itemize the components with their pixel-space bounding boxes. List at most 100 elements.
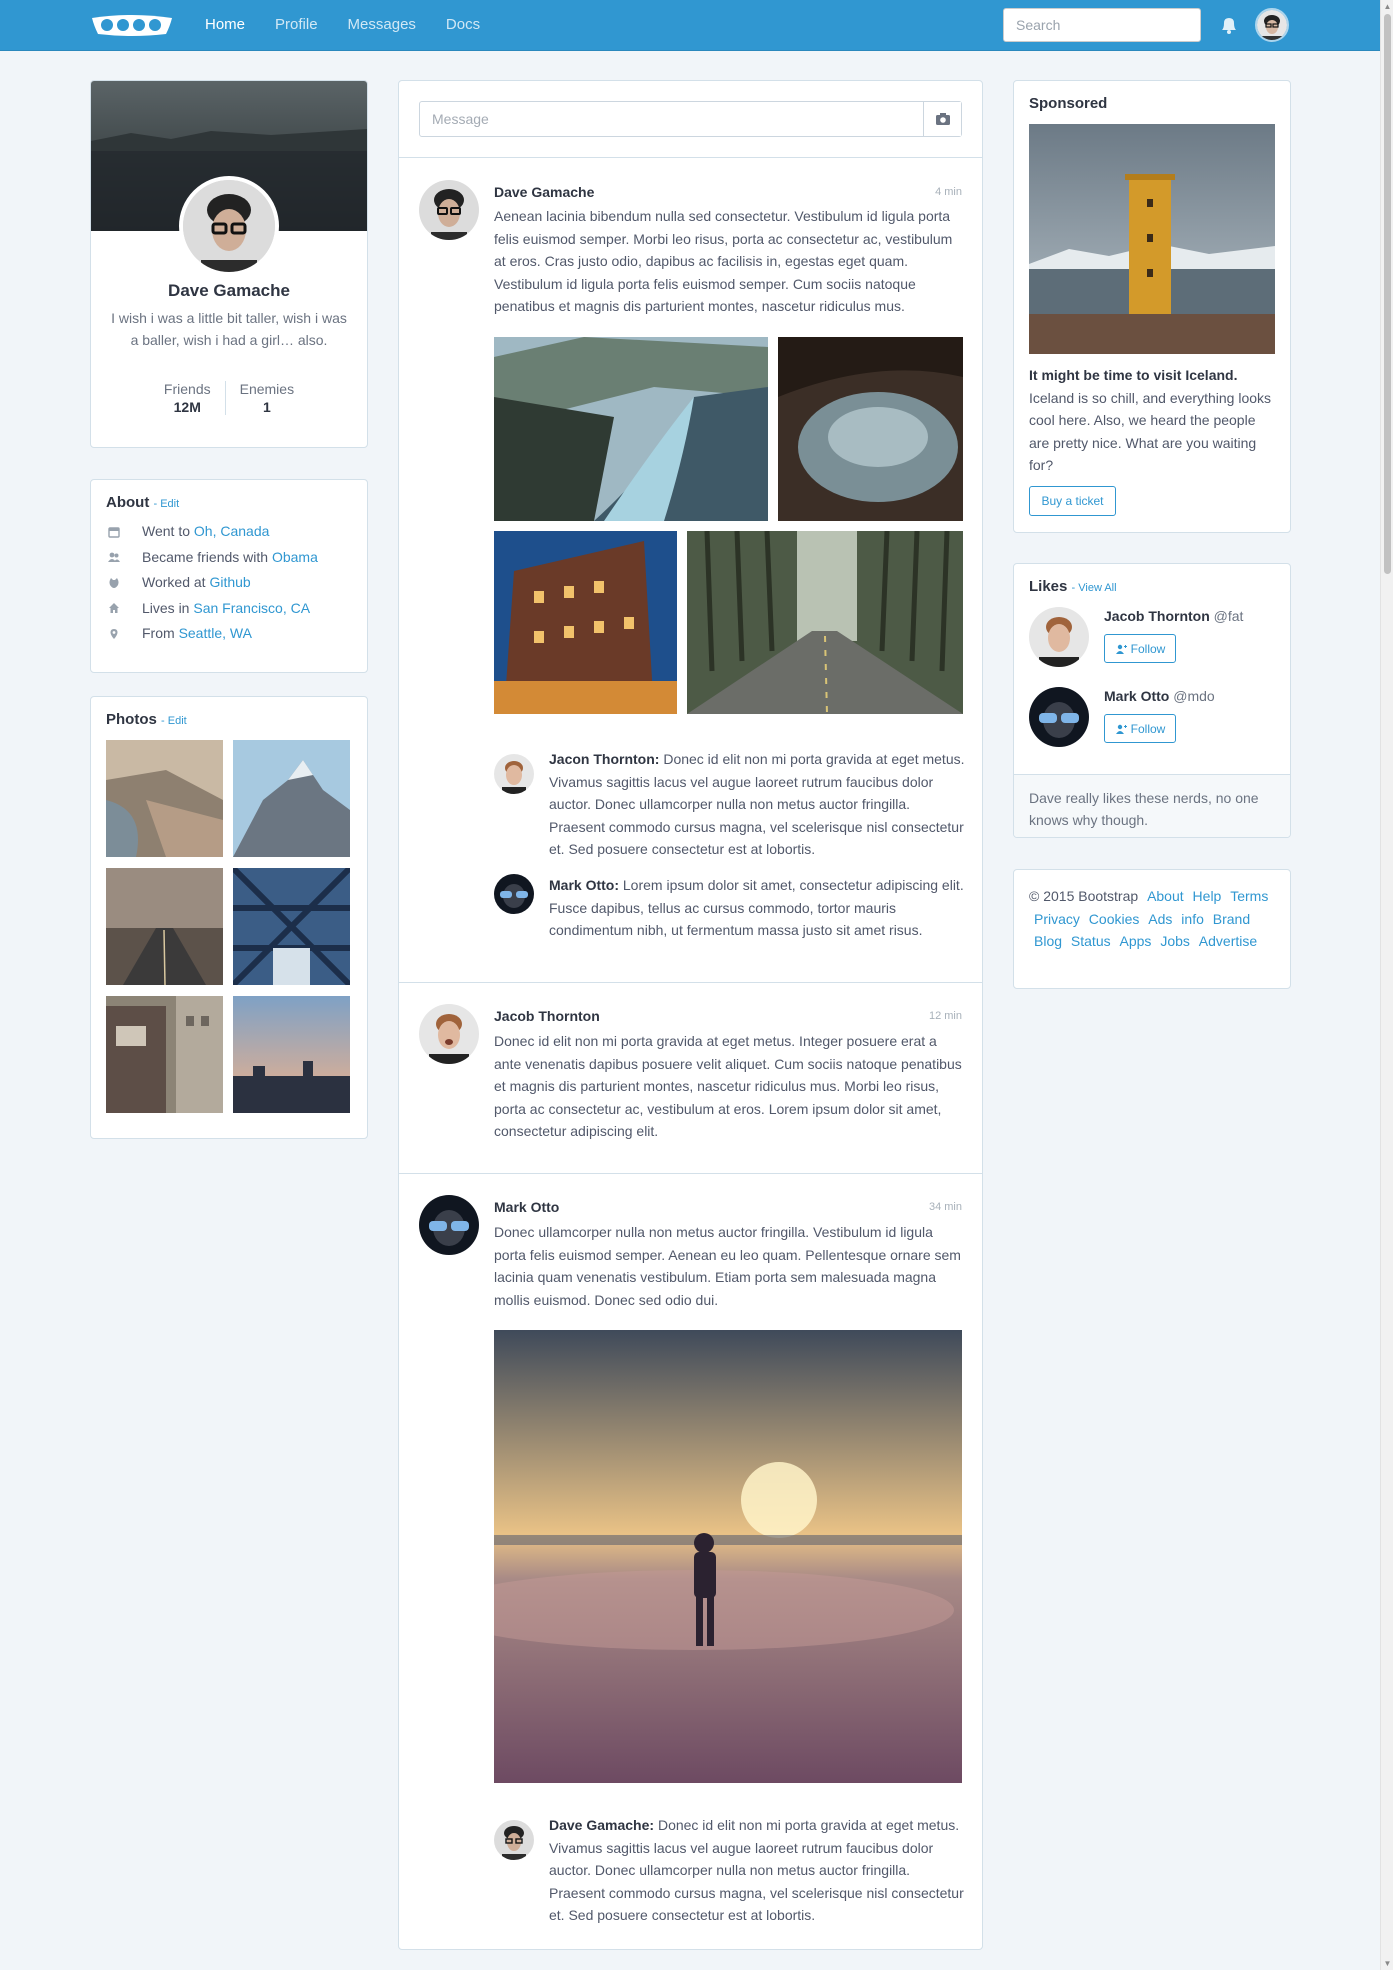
footer-link-apps[interactable]: Apps <box>1120 933 1152 949</box>
footer-link-help[interactable]: Help <box>1193 888 1222 904</box>
photo-thumbnail[interactable] <box>233 868 350 985</box>
like-person-name[interactable]: Jacob Thornton <box>1104 608 1210 624</box>
sponsored-headline: It might be time to visit Iceland. <box>1029 367 1238 383</box>
post-author[interactable]: Mark Otto <box>494 1199 559 1215</box>
comment: Jacon Thornton: Donec id elit non mi por… <box>549 748 965 861</box>
post-image[interactable] <box>778 337 963 521</box>
photos-card: Photos - Edit <box>90 696 368 1139</box>
post-image[interactable] <box>494 337 768 521</box>
main-nav: Home Profile Messages Docs <box>205 0 510 50</box>
photos-edit-link[interactable]: - Edit <box>161 715 187 727</box>
about-list: Went to Oh, Canada Became friends with O… <box>106 519 352 647</box>
user-avatar[interactable] <box>1255 8 1289 42</box>
photo-thumbnail[interactable] <box>233 740 350 857</box>
page-scrollbar[interactable]: ▲ ▼ <box>1380 0 1393 1970</box>
about-item-text: Lives in <box>142 599 190 616</box>
nav-home-link[interactable]: Home <box>205 0 245 50</box>
comment-avatar[interactable] <box>494 754 534 794</box>
footer-card: © 2015 Bootstrap About Help Terms Privac… <box>1013 869 1291 989</box>
about-item-link[interactable]: Seattle, WA <box>179 621 252 647</box>
scroll-down-arrow-icon[interactable]: ▼ <box>1381 1957 1393 1970</box>
photo-thumbnail[interactable] <box>106 868 223 985</box>
profile-name[interactable]: Dave Gamache <box>91 281 367 301</box>
footer-link-ads[interactable]: Ads <box>1148 911 1172 927</box>
comment-author[interactable]: Jacon Thornton: <box>549 751 659 767</box>
about-item-link[interactable]: San Francisco, CA <box>193 596 310 622</box>
friends-stat[interactable]: Friends 12M <box>150 381 225 415</box>
about-item-text: From <box>142 625 175 641</box>
profile-avatar[interactable] <box>179 176 279 276</box>
post-avatar[interactable] <box>419 180 479 240</box>
footer-link-terms[interactable]: Terms <box>1230 888 1268 904</box>
like-avatar[interactable] <box>1029 687 1089 747</box>
footer-link-blog[interactable]: Blog <box>1034 933 1062 949</box>
footer-link-cookies[interactable]: Cookies <box>1089 911 1140 927</box>
photos-title: Photos <box>106 711 157 728</box>
friends-count: 12M <box>173 399 201 415</box>
post-author[interactable]: Jacob Thornton <box>494 1008 600 1024</box>
divider <box>399 982 982 983</box>
profile-bio: I wish i was a little bit taller, wish i… <box>111 310 347 348</box>
footer-link-advertise[interactable]: Advertise <box>1199 933 1257 949</box>
post-timestamp: 4 min <box>935 186 962 198</box>
buy-ticket-button[interactable]: Buy a ticket <box>1029 486 1116 516</box>
about-edit-link[interactable]: - Edit <box>154 498 180 510</box>
view-all-link[interactable]: - View All <box>1072 582 1117 594</box>
enemies-label: Enemies <box>239 381 295 397</box>
photo-thumbnail[interactable] <box>106 740 223 857</box>
camera-button[interactable] <box>923 102 961 136</box>
notifications-icon[interactable] <box>1218 14 1240 36</box>
footer-link-brand[interactable]: Brand <box>1213 911 1250 927</box>
about-item-link[interactable]: Github <box>209 570 250 596</box>
about-item: Went to Oh, Canada <box>106 519 352 545</box>
like-person-handle: @mdo <box>1173 688 1215 704</box>
post-timestamp: 34 min <box>928 1201 962 1213</box>
about-item: Worked at Github <box>106 570 352 596</box>
calendar-icon <box>108 527 120 538</box>
footer-link-status[interactable]: Status <box>1071 933 1111 949</box>
copyright: © 2015 Bootstrap <box>1029 888 1139 904</box>
post-avatar[interactable] <box>419 1004 479 1064</box>
profile-card: Dave Gamache I wish i was a little bit t… <box>90 80 368 448</box>
footer-link-jobs[interactable]: Jobs <box>1160 933 1190 949</box>
photos-heading: Photos - Edit <box>106 711 352 728</box>
sponsored-image[interactable] <box>1029 124 1275 354</box>
post-image[interactable] <box>494 531 677 714</box>
comment-author[interactable]: Mark Otto: <box>549 877 619 893</box>
about-item: Became friends with Obama <box>106 545 352 571</box>
enemies-stat[interactable]: Enemies 1 <box>224 381 308 415</box>
brand-logo[interactable] <box>90 12 174 38</box>
about-item: Lives in San Francisco, CA <box>106 596 352 622</box>
comment-avatar[interactable] <box>494 874 534 914</box>
footer-link-info[interactable]: info <box>1181 911 1204 927</box>
follow-button[interactable]: Follow <box>1104 714 1176 743</box>
photo-thumbnail[interactable] <box>106 996 223 1113</box>
post-author[interactable]: Dave Gamache <box>494 184 594 200</box>
about-item-link[interactable]: Obama <box>272 545 318 571</box>
feed-panel: Dave Gamache 4 min Aenean lacinia bibend… <box>398 80 983 1950</box>
users-icon <box>108 552 120 563</box>
search-input[interactable] <box>1003 8 1201 42</box>
post-image[interactable] <box>494 1330 962 1783</box>
scrollbar-thumb[interactable] <box>1384 14 1391 574</box>
like-avatar[interactable] <box>1029 607 1089 667</box>
comment-author[interactable]: Dave Gamache: <box>549 1817 654 1833</box>
photo-thumbnail[interactable] <box>233 996 350 1113</box>
follow-label: Follow <box>1130 641 1166 656</box>
post-image[interactable] <box>687 531 963 714</box>
about-title: About <box>106 494 150 511</box>
nav-docs-link[interactable]: Docs <box>446 0 480 50</box>
nav-messages-link[interactable]: Messages <box>348 0 416 50</box>
post-avatar[interactable] <box>419 1195 479 1255</box>
about-item-link[interactable]: Oh, Canada <box>194 519 270 545</box>
scroll-up-arrow-icon[interactable]: ▲ <box>1381 0 1393 13</box>
like-person-name[interactable]: Mark Otto <box>1104 688 1169 704</box>
comment-avatar[interactable] <box>494 1820 534 1860</box>
footer-link-about[interactable]: About <box>1147 888 1184 904</box>
message-input[interactable] <box>420 102 923 136</box>
sponsored-card: Sponsored It might be time to visit Icel… <box>1013 80 1291 533</box>
follow-button[interactable]: Follow <box>1104 634 1176 663</box>
footer-link-privacy[interactable]: Privacy <box>1034 911 1080 927</box>
likes-card: Likes - View All Jacob Thornton @fat Fol… <box>1013 563 1291 838</box>
nav-profile-link[interactable]: Profile <box>275 0 318 50</box>
